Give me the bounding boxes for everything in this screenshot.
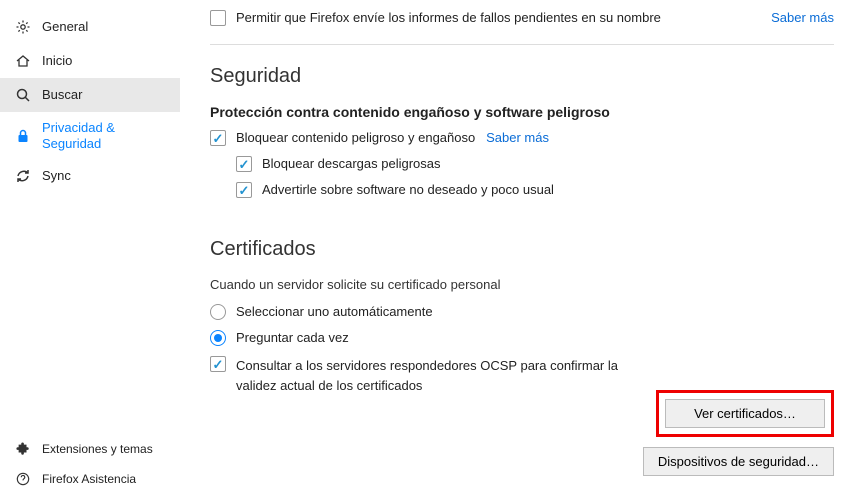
crash-reports-checkbox[interactable] [210, 10, 226, 26]
gear-icon [14, 18, 32, 36]
sync-icon [14, 167, 32, 185]
security-heading: Seguridad [210, 65, 834, 88]
divider [210, 44, 834, 45]
sidebar-item-extensions[interactable]: Extensiones y temas [0, 434, 180, 464]
block-dangerous-text: Bloquear contenido peligroso y engañoso [236, 130, 475, 145]
sidebar-item-privacy[interactable]: Privacidad & Seguridad [0, 112, 180, 159]
ocsp-checkbox[interactable] [210, 356, 226, 372]
question-icon [14, 470, 32, 488]
sidebar: General Inicio Buscar Privacidad & Segur… [0, 0, 180, 500]
sidebar-item-label: Firefox Asistencia [42, 472, 136, 486]
certificates-desc: Cuando un servidor solicite su certifica… [210, 277, 834, 292]
sidebar-item-label: Extensiones y temas [42, 442, 153, 456]
ocsp-label: Consultar a los servidores respondedores… [236, 356, 630, 395]
crash-learn-more-link[interactable]: Saber más [771, 10, 834, 25]
sidebar-item-home[interactable]: Inicio [0, 44, 180, 78]
cert-auto-row: Seleccionar uno automáticamente [210, 304, 834, 320]
block-downloads-row: Bloquear descargas peligrosas [236, 156, 834, 172]
crash-reports-label: Permitir que Firefox envíe los informes … [236, 10, 751, 25]
ocsp-row: Consultar a los servidores respondedores… [210, 356, 630, 395]
cert-auto-label: Seleccionar uno automáticamente [236, 304, 433, 319]
content-pane: Permitir que Firefox envíe los informes … [180, 0, 864, 500]
sidebar-bottom: Extensiones y temas Firefox Asistencia [0, 434, 180, 494]
view-certificates-button[interactable]: Ver certificados… [665, 399, 825, 428]
sidebar-item-label: Inicio [42, 53, 72, 69]
sidebar-item-general[interactable]: General [0, 10, 180, 44]
sidebar-item-label: Buscar [42, 87, 82, 103]
home-icon [14, 52, 32, 70]
cert-ask-label: Preguntar cada vez [236, 330, 349, 345]
sidebar-item-sync[interactable]: Sync [0, 159, 180, 193]
warn-software-row: Advertirle sobre software no deseado y p… [236, 182, 834, 198]
security-learn-more-link[interactable]: Saber más [486, 130, 549, 145]
highlight-box: Ver certificados… [656, 390, 834, 437]
sidebar-item-label: Sync [42, 168, 71, 184]
cert-ask-row: Preguntar cada vez [210, 330, 834, 346]
puzzle-icon [14, 440, 32, 458]
certificate-buttons: Ver certificados… Dispositivos de seguri… [643, 390, 834, 476]
block-dangerous-row: Bloquear contenido peligroso y engañoso … [210, 130, 834, 146]
security-devices-button[interactable]: Dispositivos de seguridad… [643, 447, 834, 476]
crash-report-row: Permitir que Firefox envíe los informes … [210, 10, 834, 26]
certificates-heading: Certificados [210, 238, 834, 261]
lock-icon [14, 127, 32, 145]
block-downloads-label: Bloquear descargas peligrosas [262, 156, 441, 171]
deceptive-subheading: Protección contra contenido engañoso y s… [210, 104, 834, 120]
block-dangerous-label: Bloquear contenido peligroso y engañoso … [236, 130, 549, 145]
sidebar-item-search[interactable]: Buscar [0, 78, 180, 112]
sidebar-item-label: General [42, 19, 88, 35]
warn-software-checkbox[interactable] [236, 182, 252, 198]
sidebar-item-label: Privacidad & Seguridad [42, 120, 170, 151]
cert-auto-radio[interactable] [210, 304, 226, 320]
warn-software-label: Advertirle sobre software no deseado y p… [262, 182, 554, 197]
block-dangerous-checkbox[interactable] [210, 130, 226, 146]
block-downloads-checkbox[interactable] [236, 156, 252, 172]
search-icon [14, 86, 32, 104]
cert-ask-radio[interactable] [210, 330, 226, 346]
sidebar-item-help[interactable]: Firefox Asistencia [0, 464, 180, 494]
